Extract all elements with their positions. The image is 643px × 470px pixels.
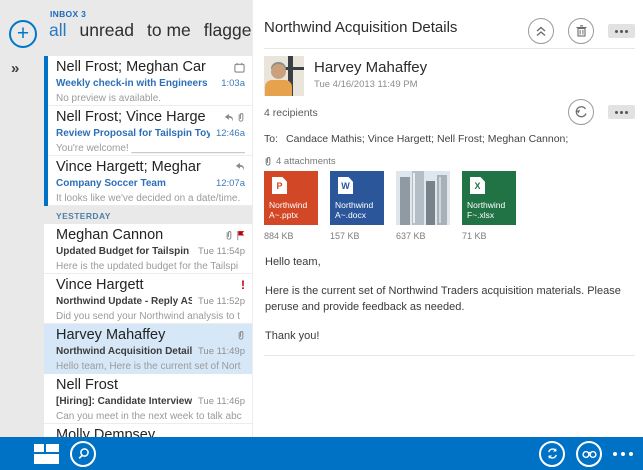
delete-button[interactable] xyxy=(568,18,594,44)
item-preview: Here is the updated budget for the Tails… xyxy=(56,261,245,272)
list-item[interactable]: Nell Frost; Vince Harge Review Proposal … xyxy=(44,106,252,156)
tab-unread[interactable]: unread xyxy=(80,20,135,41)
item-sender: Nell Frost xyxy=(56,377,245,393)
attachment-powerpoint[interactable]: P NorthwindA~.pptx xyxy=(264,171,318,225)
recipients-summary[interactable]: 4 recipients xyxy=(264,107,318,119)
sender-name: Harvey Mahaffey xyxy=(314,56,427,76)
item-subject: Review Proposal for Tailspin Toys xyxy=(56,128,210,139)
flag-icon xyxy=(236,230,245,241)
item-sender: Nell Frost; Vince Harge xyxy=(56,109,223,125)
item-subject: Company Soccer Team xyxy=(56,178,210,189)
message-list: Nell Frost; Meghan Car Weekly check-in w… xyxy=(44,56,252,437)
item-sender: Nell Frost; Meghan Car xyxy=(56,59,234,75)
item-sender: Vince Hargett; Meghar xyxy=(56,159,234,175)
paperclip-icon xyxy=(237,330,245,341)
item-subject: Northwind Acquisition Details xyxy=(56,346,192,357)
list-item[interactable]: Vince Hargett; Meghar Company Soccer Tea… xyxy=(44,156,252,206)
paperclip-icon xyxy=(264,156,272,167)
list-item[interactable]: Nell Frost [Hiring]: Candidate Interview… xyxy=(44,374,252,424)
paperclip-icon xyxy=(225,230,233,241)
reply-icon xyxy=(223,113,234,123)
item-time: 12:46a xyxy=(216,128,245,139)
list-item[interactable]: Meghan Cannon Updated Budget for Tailspi… xyxy=(44,224,252,274)
attachment-size: 637 KB xyxy=(396,231,450,241)
filter-tabs: all unread to me flagged xyxy=(49,20,252,41)
glasses-icon[interactable] xyxy=(576,441,602,467)
header-divider xyxy=(264,48,635,49)
important-icon: ! xyxy=(241,280,245,290)
body-paragraph: Here is the current set of Northwind Tra… xyxy=(265,284,643,315)
attachment-strip: P NorthwindA~.pptx 884 KB W NorthwindA~.… xyxy=(264,171,516,241)
yesterday-section-header: YESTERDAY xyxy=(44,206,252,224)
new-mail-button[interactable]: + xyxy=(9,20,37,48)
photo-thumbnail xyxy=(396,171,450,225)
left-rail: + » xyxy=(0,0,44,437)
powerpoint-icon: P xyxy=(272,177,287,194)
item-subject: Updated Budget for Tailspin Toys p xyxy=(56,246,192,257)
item-subject: [Hiring]: Candidate Interview xyxy=(56,396,192,407)
tab-to-me[interactable]: to me xyxy=(147,20,191,41)
item-subject: Weekly check-in with Engineers xyxy=(56,78,215,89)
appbar-more-icon[interactable] xyxy=(613,452,633,456)
list-item[interactable]: Vince Hargett ! Northwind Update - Reply… xyxy=(44,274,252,324)
item-subject: Northwind Update - Reply ASAP xyxy=(56,296,192,307)
item-time: 12:07a xyxy=(216,178,245,189)
to-recipients: Candace Mathis; Vince Hargett; Nell Fros… xyxy=(286,133,568,145)
body-closing: Thank you! xyxy=(265,329,643,344)
body-divider xyxy=(264,355,635,356)
inbox-label[interactable]: INBOX 3 xyxy=(50,9,86,19)
item-time: Tue 11:46p xyxy=(198,396,245,407)
mail-app-window: + » INBOX 3 all unread to me flagged Nel… xyxy=(0,0,643,470)
item-preview: Did you send your Northwind analysis to … xyxy=(56,311,245,322)
item-preview: Hello team, Here is the current set of N… xyxy=(56,361,245,372)
sync-icon[interactable] xyxy=(539,441,565,467)
respond-button[interactable] xyxy=(568,99,594,125)
item-time: Tue 11:52p xyxy=(198,296,245,307)
item-preview: Can you meet in the next week to talk ab… xyxy=(56,411,245,422)
sent-datetime: Tue 4/16/2013 11:49 PM xyxy=(314,79,427,90)
more-options-button[interactable] xyxy=(608,24,635,38)
sender-avatar xyxy=(264,56,304,96)
search-icon[interactable] xyxy=(70,441,96,467)
attachment-size: 71 KB xyxy=(462,231,516,241)
item-sender: Meghan Cannon xyxy=(56,227,225,243)
expand-folders-button[interactable]: » xyxy=(11,60,19,77)
body-greeting: Hello team, xyxy=(265,255,643,270)
folders-icon[interactable] xyxy=(34,444,59,464)
app-bar xyxy=(0,437,643,470)
attachment-excel[interactable]: X NorthwindF~.xlsx xyxy=(462,171,516,225)
message-body: Hello team, Here is the current set of N… xyxy=(265,255,643,359)
list-item[interactable]: Molly Dempsey xyxy=(44,424,252,437)
reading-pane: Northwind Acquisition Details Harvey Mah… xyxy=(252,0,643,437)
attachment-word[interactable]: W NorthwindA~.docx xyxy=(330,171,384,225)
respond-more-button[interactable] xyxy=(608,105,635,119)
excel-icon: X xyxy=(470,177,485,194)
calendar-icon xyxy=(234,62,245,73)
attachments-summary[interactable]: 4 attachments xyxy=(264,156,336,167)
item-preview: It looks like we've decided on a date/ti… xyxy=(56,193,245,204)
attachment-size: 157 KB xyxy=(330,231,384,241)
item-preview: You're welcome! _______________________ xyxy=(56,143,245,154)
item-time: Tue 11:49p xyxy=(198,346,245,357)
item-preview: No preview is available. xyxy=(56,93,245,104)
to-label: To: xyxy=(264,133,278,145)
list-item-selected[interactable]: Harvey Mahaffey Northwind Acquisition De… xyxy=(44,324,252,374)
to-line: To: Candace Mathis; Vince Hargett; Nell F… xyxy=(264,133,594,145)
attachment-photo[interactable] xyxy=(396,171,450,225)
list-item[interactable]: Nell Frost; Meghan Car Weekly check-in w… xyxy=(44,56,252,106)
paperclip-icon xyxy=(237,112,245,123)
item-sender: Molly Dempsey xyxy=(56,427,245,437)
item-time: 1:03a xyxy=(221,78,245,89)
tab-flagged[interactable]: flagged xyxy=(204,20,252,41)
item-sender: Vince Hargett xyxy=(56,277,241,293)
reply-icon xyxy=(234,162,245,172)
collapse-button[interactable] xyxy=(528,18,554,44)
word-icon: W xyxy=(338,177,353,194)
message-list-pane: + » INBOX 3 all unread to me flagged Nel… xyxy=(0,0,252,437)
tab-all[interactable]: all xyxy=(49,20,67,41)
item-sender: Harvey Mahaffey xyxy=(56,327,237,343)
item-time: Tue 11:54p xyxy=(198,246,245,257)
message-title: Northwind Acquisition Details xyxy=(264,19,524,36)
attachment-size: 884 KB xyxy=(264,231,318,241)
